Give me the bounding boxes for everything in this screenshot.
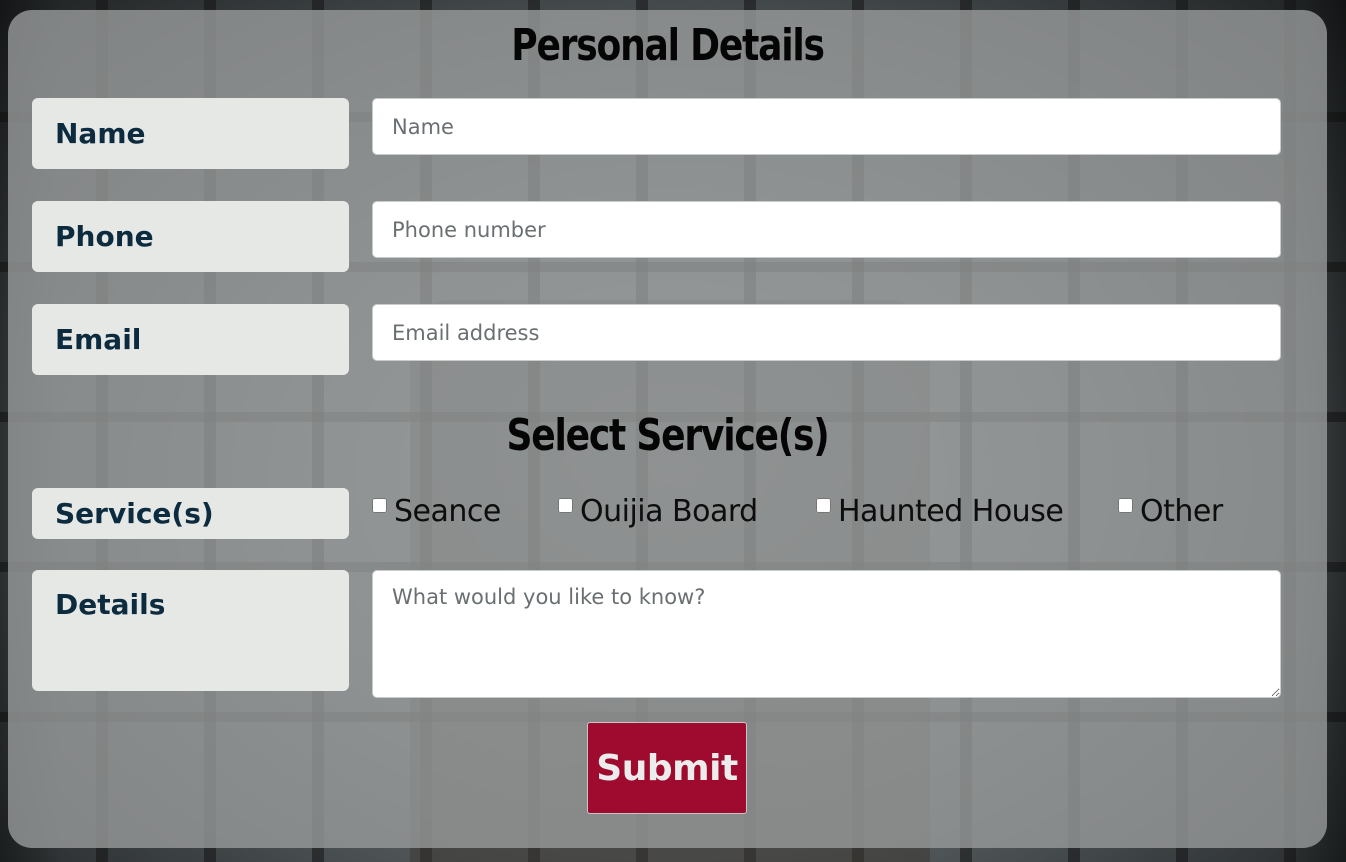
select-services-heading: Select Service(s) bbox=[506, 410, 829, 461]
ouija-board-checkbox-label: Ouijia Board bbox=[580, 494, 758, 529]
details-label: Details bbox=[32, 570, 349, 691]
submit-button[interactable]: Submit bbox=[587, 722, 747, 814]
haunted-house-checkbox[interactable] bbox=[816, 498, 831, 513]
other-checkbox[interactable] bbox=[1118, 498, 1133, 513]
email-input[interactable] bbox=[372, 304, 1281, 361]
personal-details-heading: Personal Details bbox=[511, 20, 825, 71]
phone-input[interactable] bbox=[372, 201, 1281, 258]
contact-form: Personal Details Name Phone Email Select… bbox=[8, 10, 1327, 848]
services-checkbox-group: Seance Ouijia Board Haunted House Other bbox=[372, 488, 1281, 538]
name-input[interactable] bbox=[372, 98, 1281, 155]
ouija-board-checkbox[interactable] bbox=[558, 498, 573, 513]
services-label: Service(s) bbox=[32, 488, 349, 539]
phone-label: Phone bbox=[32, 201, 349, 272]
details-textarea[interactable] bbox=[372, 570, 1281, 698]
name-label: Name bbox=[32, 98, 349, 169]
email-label: Email bbox=[32, 304, 349, 375]
haunted-house-checkbox-label: Haunted House bbox=[838, 494, 1064, 529]
seance-checkbox-label: Seance bbox=[394, 494, 501, 529]
other-checkbox-label: Other bbox=[1140, 494, 1223, 529]
seance-checkbox[interactable] bbox=[372, 498, 387, 513]
